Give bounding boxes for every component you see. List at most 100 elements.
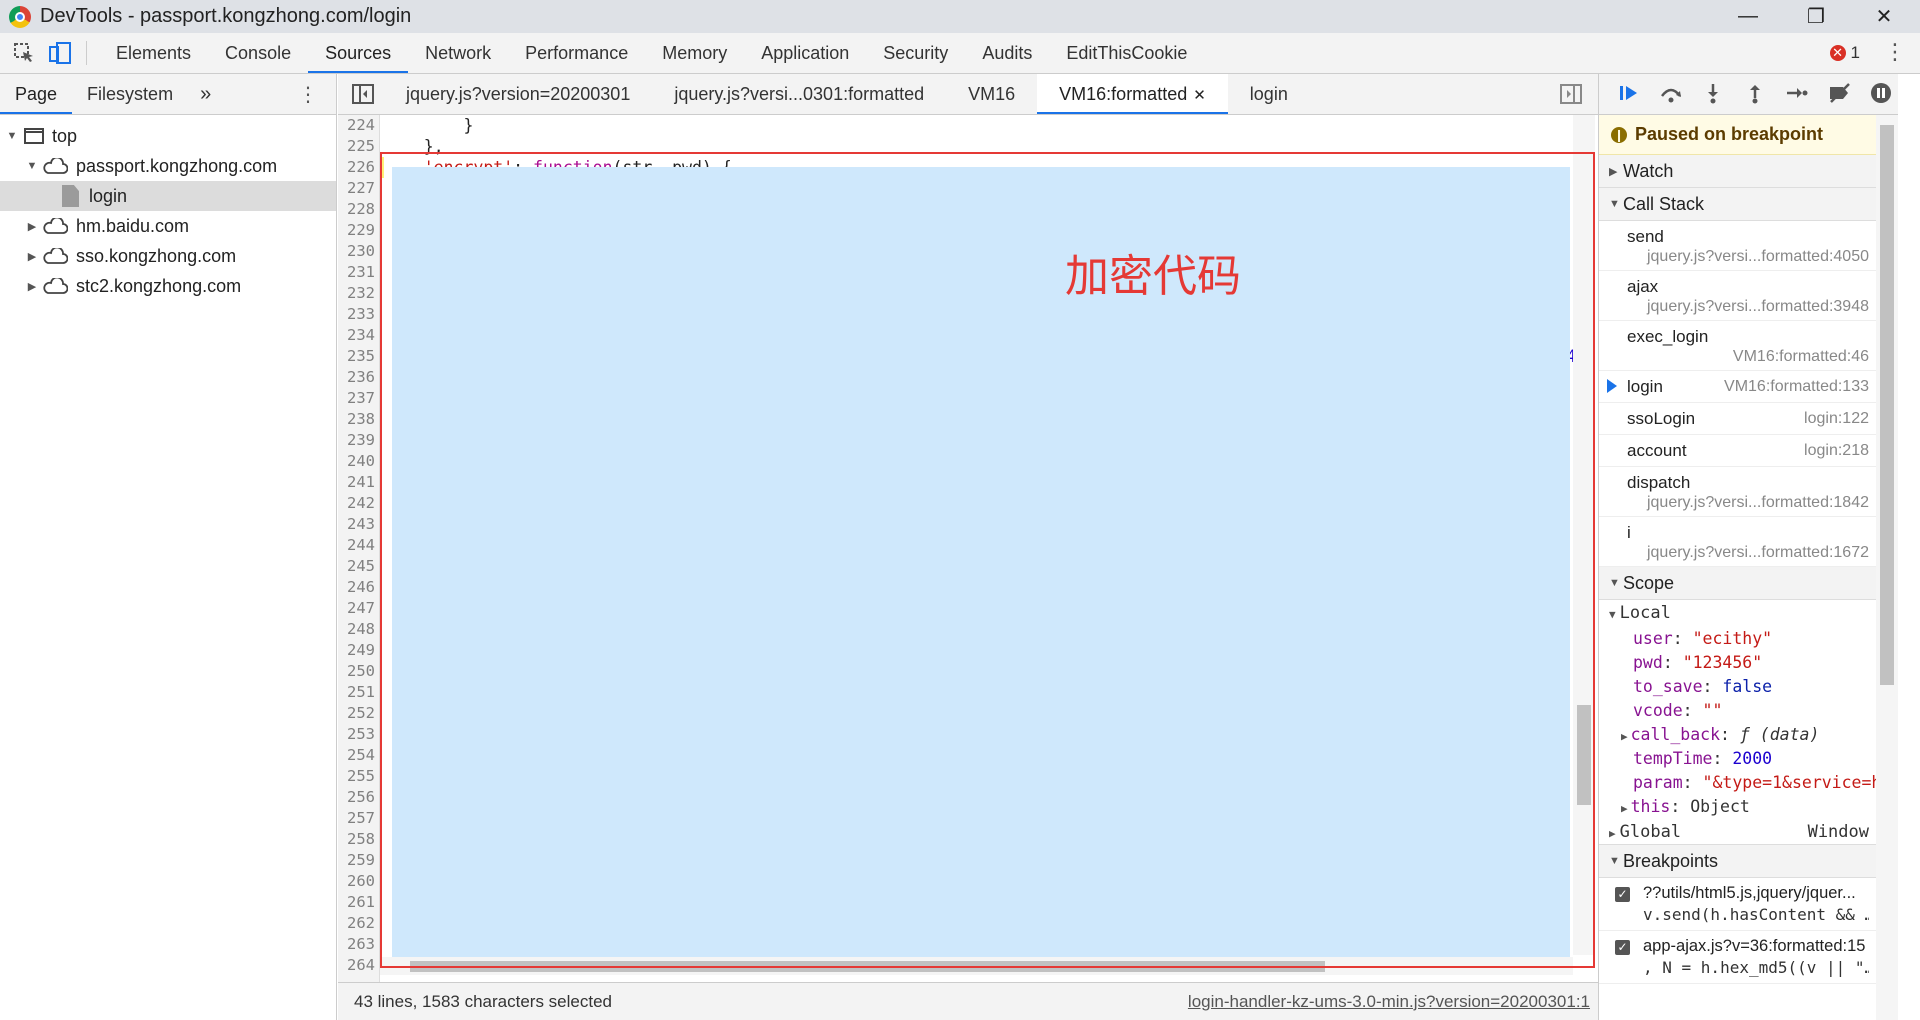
tab-editthiscookie[interactable]: EditThisCookie — [1049, 33, 1204, 73]
call-frame-i[interactable]: i jquery.js?versi...formatted:1672 — [1599, 517, 1877, 567]
editor-horizontal-scroll-thumb[interactable] — [410, 961, 1325, 972]
tab-console[interactable]: Console — [208, 33, 308, 73]
line-number[interactable]: 264 — [338, 955, 379, 976]
line-number[interactable]: 234 — [338, 325, 379, 346]
resume-icon[interactable] — [1617, 82, 1641, 106]
line-number-gutter[interactable]: 224 225 226 227 228 229 230 231 232 233 234 235 236 2… — [338, 115, 384, 982]
line-number[interactable]: 246 — [338, 577, 379, 598]
call-frame-ssologin[interactable]: ssoLogin login:122 — [1599, 403, 1877, 435]
customize-menu-icon[interactable]: ⋮ — [1884, 39, 1906, 65]
line-number[interactable]: 242 — [338, 493, 379, 514]
line-number[interactable]: 259 — [338, 850, 379, 871]
line-number[interactable]: 240 — [338, 451, 379, 472]
line-number[interactable]: 258 — [338, 829, 379, 850]
editor-tab-jquery-formatted[interactable]: jquery.js?versi...0301:formatted — [652, 74, 946, 114]
tab-security[interactable]: Security — [866, 33, 965, 73]
line-number[interactable]: 263 — [338, 934, 379, 955]
pause-on-exceptions-icon[interactable] — [1869, 82, 1893, 106]
breakpoint-checkbox[interactable]: ✓ — [1615, 940, 1630, 955]
inspect-element-icon[interactable] — [12, 41, 36, 65]
line-number[interactable]: 228 — [338, 199, 379, 220]
line-number[interactable]: 239 — [338, 430, 379, 451]
minimize-button[interactable]: — — [1720, 0, 1776, 33]
code-line[interactable]: } — [380, 115, 1598, 136]
line-number[interactable]: 251 — [338, 682, 379, 703]
line-number[interactable]: 249 — [338, 640, 379, 661]
scope-global-row[interactable]: ▶ Global Window — [1599, 819, 1877, 845]
editor-tab-vm16-formatted[interactable]: VM16:formatted ✕ — [1037, 74, 1228, 114]
line-number[interactable]: 247 — [338, 598, 379, 619]
tree-item-passport-kongzhong-com[interactable]: ▼ passport.kongzhong.com — [0, 151, 336, 181]
maximize-button[interactable]: ❐ — [1788, 0, 1844, 33]
section-call-stack[interactable]: ▼ Call Stack — [1599, 188, 1877, 221]
close-tab-icon[interactable]: ✕ — [1193, 87, 1206, 104]
tab-network[interactable]: Network — [408, 33, 508, 73]
toggle-debugger-icon[interactable] — [1560, 84, 1582, 109]
breakpoint-checkbox[interactable]: ✓ — [1615, 887, 1630, 902]
tree-item-hm-baidu-com[interactable]: ▶ hm.baidu.com — [0, 211, 336, 241]
tree-item-sso-kongzhong-com[interactable]: ▶ sso.kongzhong.com — [0, 241, 336, 271]
call-frame-send[interactable]: send jquery.js?versi...formatted:4050 — [1599, 221, 1877, 271]
step-out-icon[interactable] — [1743, 82, 1767, 106]
scope-var-this[interactable]: ▶ this: Object — [1599, 795, 1877, 819]
line-number[interactable]: 224 — [338, 115, 379, 136]
line-number[interactable]: 227 — [338, 178, 379, 199]
navigator-menu-icon[interactable]: ⋮ — [298, 82, 318, 107]
line-number[interactable]: 245 — [338, 556, 379, 577]
tree-item-stc2-kongzhong-com[interactable]: ▶ stc2.kongzhong.com — [0, 271, 336, 301]
line-number[interactable]: 233 — [338, 304, 379, 325]
line-number[interactable]: 238 — [338, 409, 379, 430]
tab-performance[interactable]: Performance — [508, 33, 645, 73]
editor-vertical-scroll-thumb[interactable] — [1577, 705, 1591, 805]
line-number[interactable]: 250 — [338, 661, 379, 682]
step-into-icon[interactable] — [1701, 82, 1725, 106]
expand-arrow-icon[interactable]: ▶ — [26, 220, 38, 233]
tree-item-login[interactable]: login — [0, 181, 336, 211]
line-number[interactable]: 244 — [338, 535, 379, 556]
call-frame-dispatch[interactable]: dispatch jquery.js?versi...formatted:1842 — [1599, 467, 1877, 517]
editor-vertical-scrollbar[interactable] — [1573, 115, 1595, 955]
line-number[interactable]: 262 — [338, 913, 379, 934]
line-number[interactable]: 231 — [338, 262, 379, 283]
line-number[interactable]: 243 — [338, 514, 379, 535]
editor-tab-vm16[interactable]: VM16 — [946, 74, 1037, 114]
expand-arrow-icon[interactable]: ▶ — [26, 250, 38, 263]
line-number[interactable]: 237 — [338, 388, 379, 409]
call-frame-account[interactable]: account login:218 — [1599, 435, 1877, 467]
tree-item-top[interactable]: ▼ top — [0, 121, 336, 151]
debugger-scrollbar[interactable] — [1876, 115, 1898, 1020]
tab-memory[interactable]: Memory — [645, 33, 744, 73]
editor-tab-jquery[interactable]: jquery.js?version=20200301 — [384, 74, 652, 114]
section-watch[interactable]: ▶ Watch — [1599, 155, 1877, 188]
step-icon[interactable] — [1785, 82, 1809, 106]
code-line[interactable]: }, — [380, 136, 1598, 157]
device-toolbar-icon[interactable] — [48, 41, 72, 65]
section-scope[interactable]: ▼ Scope — [1599, 567, 1877, 600]
collapse-arrow-icon[interactable]: ▼ — [6, 130, 18, 142]
call-frame-exec_login[interactable]: exec_login VM16:formatted:46 — [1599, 321, 1877, 371]
section-breakpoints[interactable]: ▼ Breakpoints — [1599, 845, 1877, 878]
collapse-arrow-icon[interactable]: ▼ — [26, 160, 38, 172]
line-number[interactable]: 254 — [338, 745, 379, 766]
line-number[interactable]: 260 — [338, 871, 379, 892]
line-number[interactable]: 225 — [338, 136, 379, 157]
tab-sources[interactable]: Sources — [308, 33, 409, 73]
line-number[interactable]: 226 — [338, 157, 379, 178]
editor-tab-login[interactable]: login — [1228, 74, 1310, 114]
debugger-scroll-thumb[interactable] — [1880, 125, 1894, 685]
breakpoint-item[interactable]: ✓ app-ajax.js?v=36:formatted:15 , N = h.he… — [1599, 931, 1877, 984]
step-over-icon[interactable] — [1659, 82, 1683, 106]
call-frame-login[interactable]: login VM16:formatted:133 — [1599, 371, 1877, 403]
toggle-navigator-icon[interactable] — [352, 84, 376, 104]
tab-audits[interactable]: Audits — [965, 33, 1049, 73]
line-number[interactable]: 255 — [338, 766, 379, 787]
expand-arrow-icon[interactable]: ▶ — [26, 280, 38, 293]
line-number[interactable]: 229 — [338, 220, 379, 241]
line-number[interactable]: 232 — [338, 283, 379, 304]
source-map-link[interactable]: login-handler-kz-ums-3.0-min.js?version=… — [1188, 992, 1590, 1012]
call-frame-ajax[interactable]: ajax jquery.js?versi...formatted:3948 — [1599, 271, 1877, 321]
line-number[interactable]: 241 — [338, 472, 379, 493]
line-number[interactable]: 248 — [338, 619, 379, 640]
error-counter[interactable]: ✕ 1 — [1829, 43, 1860, 63]
line-number[interactable]: 236 — [338, 367, 379, 388]
